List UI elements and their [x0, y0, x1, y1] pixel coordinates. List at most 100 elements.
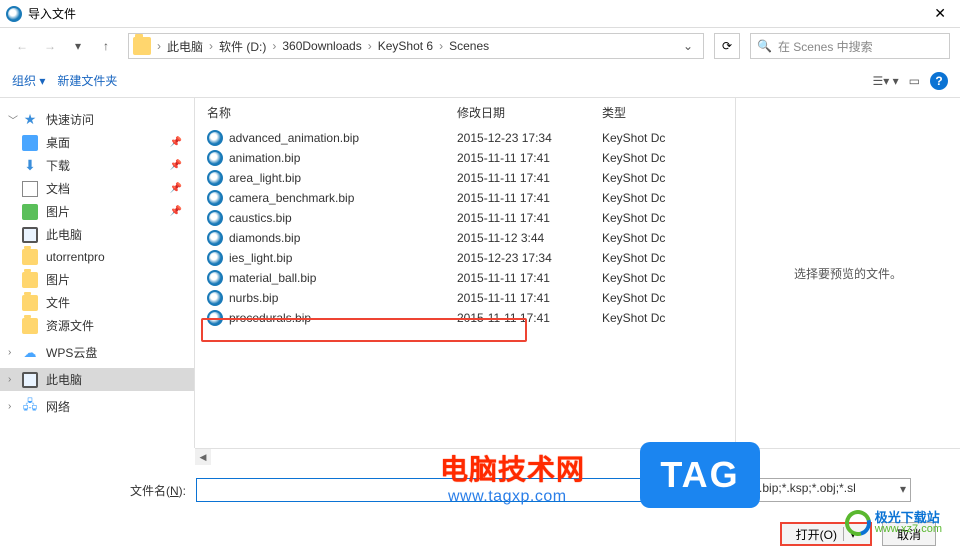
sidebar-files[interactable]: 文件 [0, 291, 194, 314]
file-name: ies_light.bip [229, 251, 292, 265]
close-button[interactable]: ✕ [926, 5, 954, 22]
file-name: caustics.bip [229, 211, 292, 225]
file-row[interactable]: camera_benchmark.bip 2015-11-11 17:41KeyS… [195, 188, 735, 208]
watermark-site2: 极光下载站 www.xz7.com [845, 510, 942, 536]
file-row[interactable]: procedurals.bip 2015-11-11 17:41KeyShot D… [195, 308, 735, 328]
file-type: KeyShot Dc [602, 251, 692, 265]
site2-logo-icon [840, 505, 876, 541]
main-area: ﹀★快速访问 桌面📌 ⬇下载📌 文档📌 图片📌 此电脑 utorrentpro … [0, 98, 960, 448]
sidebar-resources[interactable]: 资源文件 [0, 314, 194, 337]
pin-icon: 📌 [170, 183, 182, 194]
up-button[interactable]: ↑ [94, 34, 118, 58]
file-row[interactable]: nurbs.bip2015-11-11 17:41KeyShot Dc [195, 288, 735, 308]
breadcrumb-item[interactable]: KeyShot 6 [374, 39, 437, 53]
keyshot-file-icon [207, 230, 223, 246]
breadcrumb-item[interactable]: 此电脑 [163, 38, 207, 55]
file-date: 2015-11-12 3:44 [457, 231, 602, 245]
file-name: advanced_animation.bip [229, 131, 359, 145]
keyshot-file-icon [207, 250, 223, 266]
file-type: KeyShot Dc [602, 311, 692, 325]
pin-icon: 📌 [170, 206, 182, 217]
file-row[interactable]: material_ball.bip 2015-11-11 17:41KeyShot… [195, 268, 735, 288]
back-button[interactable]: ← [10, 34, 34, 58]
file-row[interactable]: animation.bip2015-11-11 17:41KeyShot Dc [195, 148, 735, 168]
preview-pane: 选择要预览的文件。 [735, 98, 960, 448]
file-row[interactable]: area_light.bip 2015-11-11 17:41KeyShot Dc [195, 168, 735, 188]
file-name: nurbs.bip [229, 291, 278, 305]
keyshot-file-icon [207, 290, 223, 306]
file-date: 2015-11-11 17:41 [457, 151, 602, 165]
forward-button[interactable]: → [38, 34, 62, 58]
sidebar-pictures2[interactable]: 图片 [0, 268, 194, 291]
file-type: KeyShot Dc [602, 231, 692, 245]
new-folder-button[interactable]: 新建文件夹 [57, 72, 117, 89]
keyshot-file-icon [207, 150, 223, 166]
scroll-left-icon[interactable]: ◀ [195, 449, 211, 465]
file-date: 2015-12-23 17:34 [457, 131, 602, 145]
file-date: 2015-11-11 17:41 [457, 171, 602, 185]
pin-icon: 📌 [170, 137, 182, 148]
file-date: 2015-11-11 17:41 [457, 311, 602, 325]
breadcrumb-item[interactable]: Scenes [445, 39, 493, 53]
preview-pane-button[interactable]: ▭ [909, 74, 920, 88]
filename-label: 文件名(N): [130, 482, 186, 499]
organize-button[interactable]: 组织 ▾ [12, 72, 45, 89]
keyshot-file-icon [207, 310, 223, 326]
sidebar-wps[interactable]: ›☁WPS云盘 [0, 341, 194, 364]
sidebar-quick-access[interactable]: ﹀★快速访问 [0, 108, 194, 131]
breadcrumb-item[interactable]: 360Downloads [278, 39, 365, 53]
keyshot-file-icon [207, 210, 223, 226]
watermark-tag: TAG [640, 442, 760, 508]
toolbar: 组织 ▾ 新建文件夹 ☰▾ ▾ ▭ ? [0, 64, 960, 98]
app-icon [6, 6, 22, 22]
col-type[interactable]: 类型 [602, 104, 692, 121]
file-date: 2015-11-11 17:41 [457, 271, 602, 285]
col-name[interactable]: 名称 [207, 104, 457, 121]
pin-icon: 📌 [170, 160, 182, 171]
file-row[interactable]: advanced_animation.bip2015-12-23 17:34Ke… [195, 128, 735, 148]
file-date: 2015-12-23 17:34 [457, 251, 602, 265]
file-type: KeyShot Dc [602, 171, 692, 185]
file-row[interactable]: diamonds.bip2015-11-12 3:44KeyShot Dc [195, 228, 735, 248]
sidebar: ﹀★快速访问 桌面📌 ⬇下载📌 文档📌 图片📌 此电脑 utorrentpro … [0, 98, 195, 448]
sidebar-documents[interactable]: 文档📌 [0, 177, 194, 200]
column-headers[interactable]: 名称 修改日期 类型 [195, 98, 735, 128]
col-modified[interactable]: 修改日期 [457, 104, 602, 121]
keyshot-file-icon [207, 190, 223, 206]
breadcrumb-item[interactable]: 软件 (D:) [215, 38, 270, 55]
refresh-button[interactable]: ⟳ [714, 33, 740, 59]
search-placeholder: 在 Scenes 中搜索 [778, 38, 873, 55]
sidebar-network[interactable]: ›🖧网络 [0, 395, 194, 418]
file-row[interactable]: ies_light.bip 2015-12-23 17:34KeyShot Dc [195, 248, 735, 268]
nav-row: ← → ▾ ↑ › 此电脑› 软件 (D:)› 360Downloads› Ke… [0, 28, 960, 64]
file-type: KeyShot Dc [602, 271, 692, 285]
file-type: KeyShot Dc [602, 191, 692, 205]
file-name: procedurals.bip [229, 311, 311, 325]
sidebar-downloads[interactable]: ⬇下载📌 [0, 154, 194, 177]
sidebar-this-pc[interactable]: 此电脑 [0, 223, 194, 246]
search-icon: 🔍 [757, 39, 772, 53]
breadcrumb[interactable]: › 此电脑› 软件 (D:)› 360Downloads› KeyShot 6›… [128, 33, 704, 59]
sidebar-desktop[interactable]: 桌面📌 [0, 131, 194, 154]
view-options-button[interactable]: ☰▾ ▾ [873, 74, 899, 88]
sidebar-pictures[interactable]: 图片📌 [0, 200, 194, 223]
search-input[interactable]: 🔍 在 Scenes 中搜索 [750, 33, 950, 59]
watermark-site1-url: www.tagxp.com [448, 488, 567, 506]
file-list[interactable]: 名称 修改日期 类型 advanced_animation.bip 2015-12… [195, 98, 735, 448]
window-title: 导入文件 [28, 5, 926, 22]
file-pane: 名称 修改日期 类型 advanced_animation.bip 2015-12… [195, 98, 960, 448]
sidebar-utorrent[interactable]: utorrentpro [0, 246, 194, 268]
file-name: material_ball.bip [229, 271, 316, 285]
folder-icon [133, 37, 151, 55]
recent-dropdown[interactable]: ▾ [66, 34, 90, 58]
file-type: KeyShot Dc [602, 151, 692, 165]
keyshot-file-icon [207, 170, 223, 186]
file-date: 2015-11-11 17:41 [457, 191, 602, 205]
file-name: camera_benchmark.bip [229, 191, 354, 205]
help-icon[interactable]: ? [930, 72, 948, 90]
file-type: KeyShot Dc [602, 291, 692, 305]
file-name: area_light.bip [229, 171, 301, 185]
chevron-down-icon[interactable]: ⌄ [677, 39, 699, 53]
sidebar-this-pc2[interactable]: ›此电脑 [0, 368, 194, 391]
file-row[interactable]: caustics.bip2015-11-11 17:41KeyShot Dc [195, 208, 735, 228]
